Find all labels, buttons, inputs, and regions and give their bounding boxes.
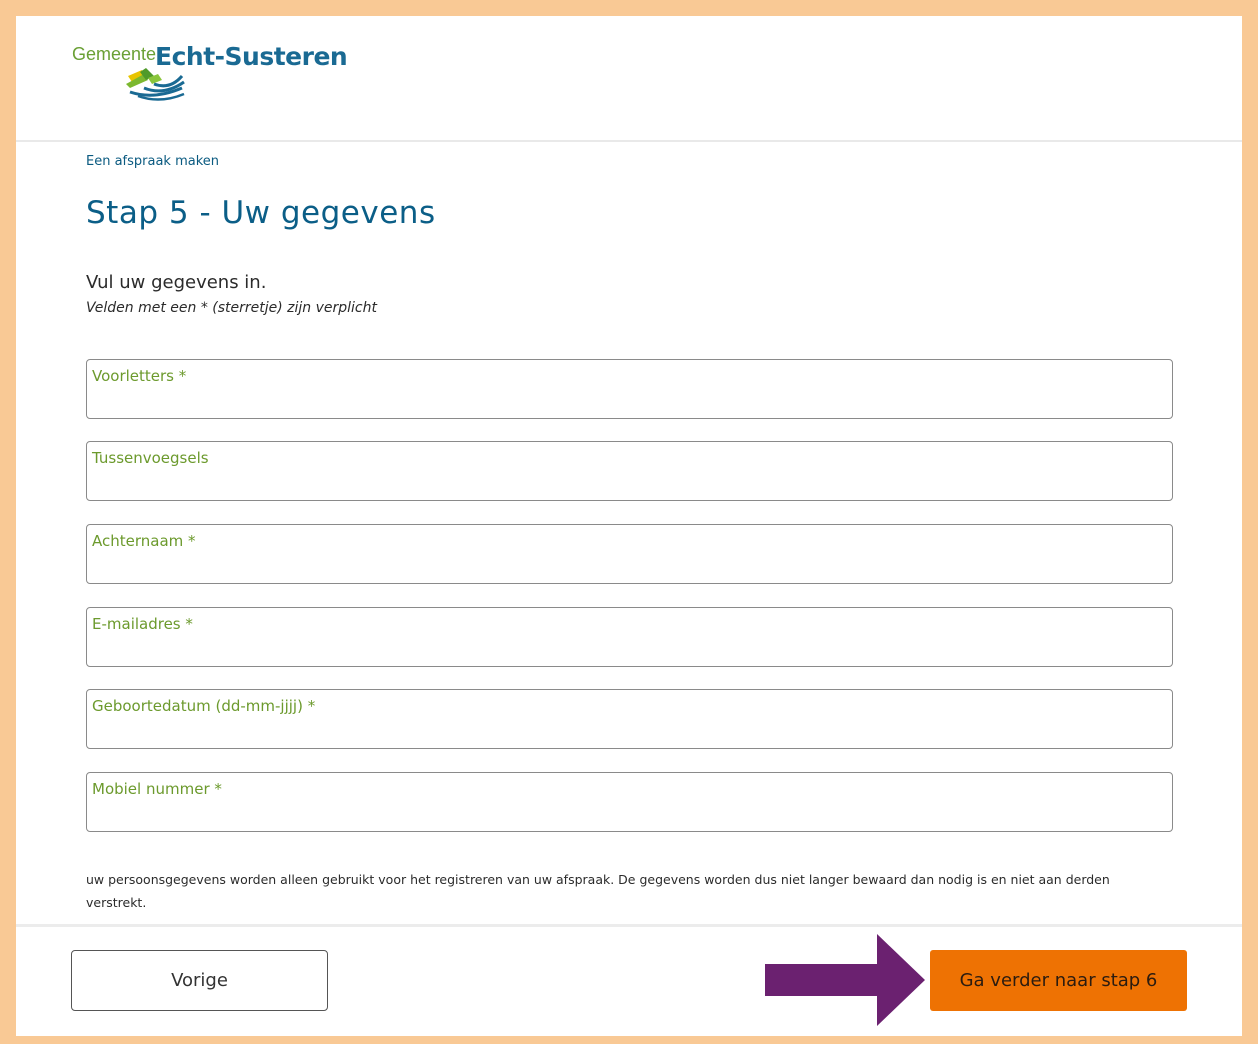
site-header: Gemeente Echt-Susteren (16, 16, 1242, 142)
birthdate-input[interactable] (92, 720, 1166, 742)
footer-divider (16, 924, 1242, 927)
birthdate-field[interactable]: Geboortedatum (dd-mm-jjjj) * (86, 689, 1173, 749)
breadcrumb-link[interactable]: Een afspraak maken (86, 154, 219, 169)
required-note: Velden met een * (sterretje) zijn verpli… (86, 300, 377, 316)
infix-field[interactable]: Tussenvoegsels (86, 441, 1173, 501)
privacy-notice: uw persoonsgegevens worden alleen gebrui… (86, 872, 1110, 910)
surname-input[interactable] (92, 555, 1166, 577)
infix-input[interactable] (92, 472, 1166, 494)
mobile-field[interactable]: Mobiel nummer * (86, 772, 1173, 832)
arrow-right-icon (765, 934, 925, 1026)
email-input[interactable] (92, 638, 1166, 660)
logo-emblem-icon (126, 68, 185, 101)
next-step-button[interactable]: Ga verder naar stap 6 (930, 950, 1187, 1011)
page-title: Stap 5 - Uw gegevens (86, 195, 436, 231)
initials-field[interactable]: Voorletters * (86, 359, 1173, 419)
initials-label: Voorletters * (92, 367, 187, 385)
email-field[interactable]: E-mailadres * (86, 607, 1173, 667)
previous-button[interactable]: Vorige (71, 950, 328, 1011)
mobile-label: Mobiel nummer * (92, 780, 222, 798)
initials-input[interactable] (92, 390, 1166, 412)
surname-field[interactable]: Achternaam * (86, 524, 1173, 584)
intro-text: Vul uw gegevens in. (86, 272, 267, 293)
email-label: E-mailadres * (92, 615, 193, 633)
infix-label: Tussenvoegsels (92, 449, 209, 467)
mobile-input[interactable] (92, 803, 1166, 825)
birthdate-label: Geboortedatum (dd-mm-jjjj) * (92, 697, 316, 715)
logo-prefix: Gemeente (72, 44, 157, 64)
municipality-logo[interactable]: Gemeente Echt-Susteren (72, 42, 362, 124)
page-panel: Gemeente Echt-Susteren Een afspraak make… (16, 16, 1242, 1036)
surname-label: Achternaam * (92, 532, 196, 550)
